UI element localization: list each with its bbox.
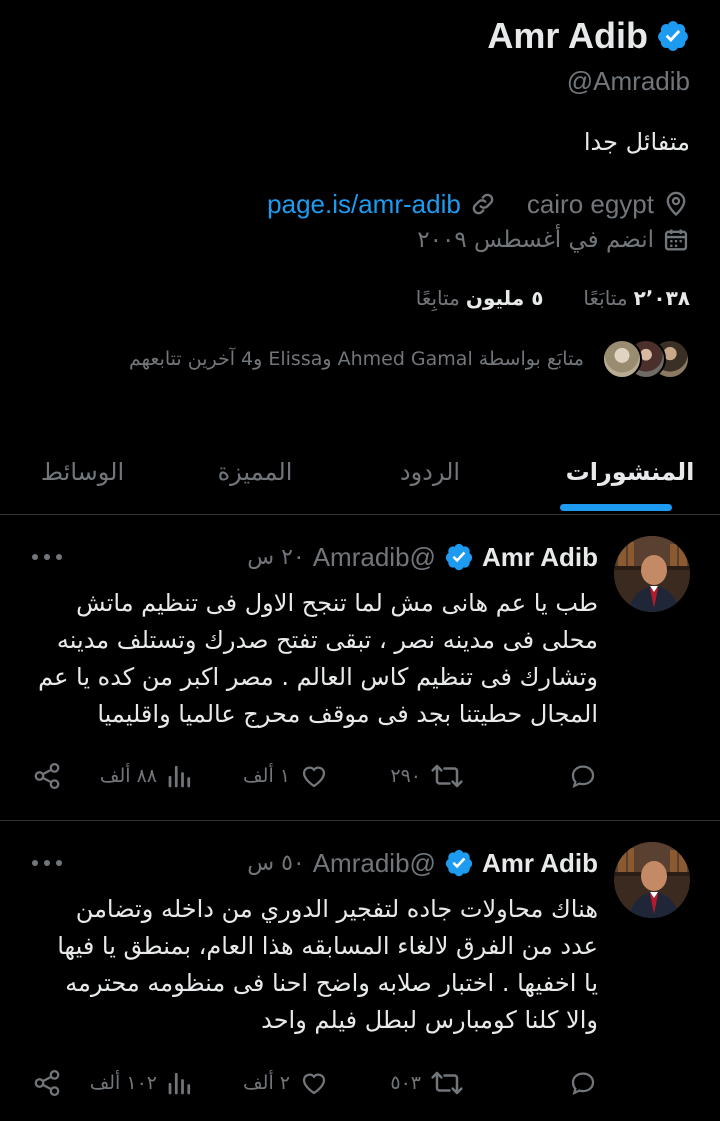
followers-label: متابِعًا xyxy=(415,286,460,310)
tab-media[interactable]: الوسائط xyxy=(20,430,145,514)
more-dots-icon[interactable] xyxy=(32,552,62,562)
tweet-header: Amr Adib @Amradib ٥٠ س xyxy=(247,843,598,883)
share-button[interactable] xyxy=(32,1063,62,1103)
reply-icon xyxy=(568,1068,598,1098)
tab-posts[interactable]: المنشورات xyxy=(560,430,700,514)
following-count-link[interactable]: ٢٬٠٣٨ متابَعًا xyxy=(583,286,690,310)
location-pin-icon xyxy=(662,190,690,218)
profile-joined: انضم في أغسطس ٢٠٠٩ xyxy=(417,227,654,253)
more-dots-icon[interactable] xyxy=(32,858,62,868)
like-button[interactable]: ١ ألف xyxy=(243,756,330,796)
tab-highlights[interactable]: المميزة xyxy=(190,430,320,514)
tab-posts-label: المنشورات xyxy=(565,458,695,486)
views-button[interactable]: ٨٨ ألف xyxy=(100,756,195,796)
profile-link[interactable]: page.is/amr-adib xyxy=(267,189,461,220)
followed-by-row[interactable]: متابَع بواسطة Ahmed Gamal وElissa و4 آخر… xyxy=(129,334,690,384)
verified-badge-icon[interactable] xyxy=(656,19,690,53)
profile-counts: ٢٬٠٣٨ متابَعًا ٥ مليون متابِعًا xyxy=(416,282,690,314)
profile-joined-row: انضم في أغسطس ٢٠٠٩ xyxy=(417,222,690,258)
link-icon xyxy=(469,190,497,218)
tweet-text: طب يا عم هانى مش لما تنجح الاول فى تنظيم… xyxy=(38,589,598,728)
like-count: ٢ ألف xyxy=(243,1072,290,1094)
profile-name: Amr Adib xyxy=(487,15,648,56)
verified-badge-icon xyxy=(444,542,474,572)
tweet-time[interactable]: ٥٠ س xyxy=(247,851,305,876)
tweet-author-handle: @Amradib xyxy=(312,541,436,572)
avatar[interactable] xyxy=(614,536,690,612)
views-icon xyxy=(165,1068,195,1098)
share-icon xyxy=(32,1068,62,1098)
retweet-count: ٢٩٠ xyxy=(390,765,421,787)
retweet-icon xyxy=(429,1068,465,1098)
followers-count-link[interactable]: ٥ مليون متابِعًا xyxy=(416,286,544,310)
tab-media-label: الوسائط xyxy=(40,458,125,486)
retweet-count: ٥٠٣ xyxy=(390,1072,421,1094)
avatar[interactable] xyxy=(614,842,690,918)
reply-button[interactable] xyxy=(560,1063,598,1103)
tweet-author-name[interactable]: Amr Adib xyxy=(482,848,598,879)
followed-by-avatars xyxy=(598,336,690,382)
profile-bio: متفائل جدا xyxy=(583,128,690,156)
tweet[interactable]: Amr Adib @Amradib ٥٠ س هناك محاولات جاده… xyxy=(0,821,720,1121)
views-button[interactable]: ١٠٢ ألف xyxy=(90,1063,195,1103)
following-label: متابَعًا xyxy=(583,286,628,310)
verified-badge-icon xyxy=(444,848,474,878)
profile-handle: @Amradib xyxy=(566,66,690,96)
profile-tabs: المنشورات الردود المميزة الوسائط xyxy=(0,430,720,514)
retweet-icon xyxy=(429,761,465,791)
followed-by-text: متابَع بواسطة Ahmed Gamal وElissa و4 آخر… xyxy=(129,348,584,370)
followers-count: ٥ مليون xyxy=(465,286,544,310)
like-icon xyxy=(298,1068,330,1098)
profile-location: cairo egypt xyxy=(526,188,654,219)
views-count: ١٠٢ ألف xyxy=(89,1072,157,1094)
share-icon xyxy=(32,761,62,791)
retweet-button[interactable]: ٢٩٠ xyxy=(390,756,465,796)
tweet[interactable]: Amr Adib @Amradib ٢٠ س طب يا عم هانى مش … xyxy=(0,515,720,820)
tweet-header: Amr Adib @Amradib ٢٠ س xyxy=(247,537,598,577)
reply-button[interactable] xyxy=(560,756,598,796)
tweet-text: هناك محاولات جاده لتفجير الدوري من داخله… xyxy=(57,895,598,1034)
views-icon xyxy=(165,761,195,791)
calendar-icon xyxy=(662,226,690,254)
views-count: ٨٨ ألف xyxy=(99,765,157,787)
like-icon xyxy=(298,761,330,791)
profile-name-row: Amr Adib xyxy=(487,12,690,60)
reply-icon xyxy=(568,761,598,791)
like-count: ١ ألف xyxy=(243,765,290,787)
following-count: ٢٬٠٣٨ xyxy=(633,286,690,310)
tweet-author-name[interactable]: Amr Adib xyxy=(482,542,598,573)
tab-replies-label: الردود xyxy=(399,458,461,486)
tab-highlights-label: المميزة xyxy=(217,458,293,486)
profile-meta-row: cairo egypt page.is/amr-adib xyxy=(267,186,690,222)
retweet-button[interactable]: ٥٠٣ xyxy=(390,1063,465,1103)
like-button[interactable]: ٢ ألف xyxy=(243,1063,330,1103)
active-tab-indicator xyxy=(560,504,672,511)
share-button[interactable] xyxy=(32,756,62,796)
tab-replies[interactable]: الردود xyxy=(370,430,490,514)
tweet-author-handle: @Amradib xyxy=(312,847,436,878)
tweet-time[interactable]: ٢٠ س xyxy=(247,545,305,570)
avatar xyxy=(602,339,642,379)
